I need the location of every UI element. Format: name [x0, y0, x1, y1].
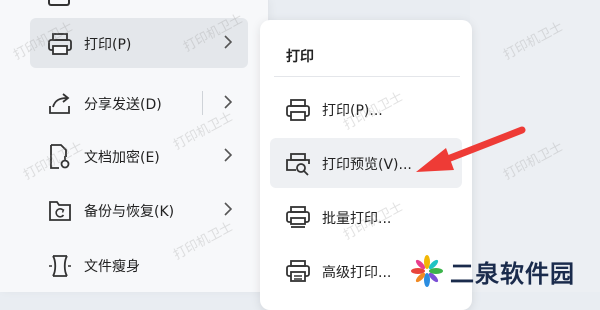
submenu-item-batch-print[interactable]: 批量打印... — [270, 192, 462, 242]
submenu-item-label: 打印预览(V)... — [322, 157, 412, 173]
divider — [274, 76, 460, 77]
menu-item-print[interactable]: 打印(P) — [30, 18, 248, 68]
submenu-item-label: 高级打印... — [322, 265, 392, 281]
menu-item-label: 文件瘦身 — [84, 259, 140, 275]
share-icon — [46, 90, 74, 118]
document-lock-icon — [46, 143, 74, 171]
chevron-right-icon — [220, 32, 236, 52]
backup-restore-icon — [46, 197, 74, 225]
submenu-item-label: 批量打印... — [322, 211, 392, 227]
submenu-title: 打印 — [286, 49, 314, 65]
advanced-print-icon — [284, 258, 312, 286]
printer-icon — [284, 96, 312, 124]
annotation-arrow — [416, 126, 526, 172]
printer-icon — [46, 30, 74, 58]
file-menu: 打印(P) 分享发送(D) 文档加密(E) 备份与恢复(K) 文件瘦身 — [0, 0, 269, 292]
divider — [202, 91, 203, 115]
pinwheel-logo-icon — [411, 255, 443, 287]
partial-icon — [48, 0, 70, 6]
file-slim-icon — [46, 252, 74, 280]
submenu-item-label: 打印(P)... — [322, 103, 383, 119]
chevron-right-icon — [220, 145, 236, 165]
logo-text: 二泉软件园 — [450, 259, 575, 288]
menu-item-file-slim[interactable]: 文件瘦身 — [30, 240, 248, 290]
chevron-right-icon — [220, 92, 236, 112]
menu-item-label: 打印(P) — [84, 37, 132, 53]
menu-item-backup[interactable]: 备份与恢复(K) — [30, 185, 248, 235]
menu-item-share[interactable]: 分享发送(D) — [30, 78, 248, 128]
menu-item-label: 分享发送(D) — [84, 97, 162, 113]
print-preview-icon — [284, 150, 312, 178]
chevron-right-icon — [220, 199, 236, 219]
menu-item-encrypt[interactable]: 文档加密(E) — [30, 131, 248, 181]
site-logo: 二泉软件园 — [410, 250, 600, 292]
menu-item-label: 文档加密(E) — [84, 150, 160, 166]
menu-item-label: 备份与恢复(K) — [84, 204, 175, 220]
batch-print-icon — [284, 204, 312, 232]
